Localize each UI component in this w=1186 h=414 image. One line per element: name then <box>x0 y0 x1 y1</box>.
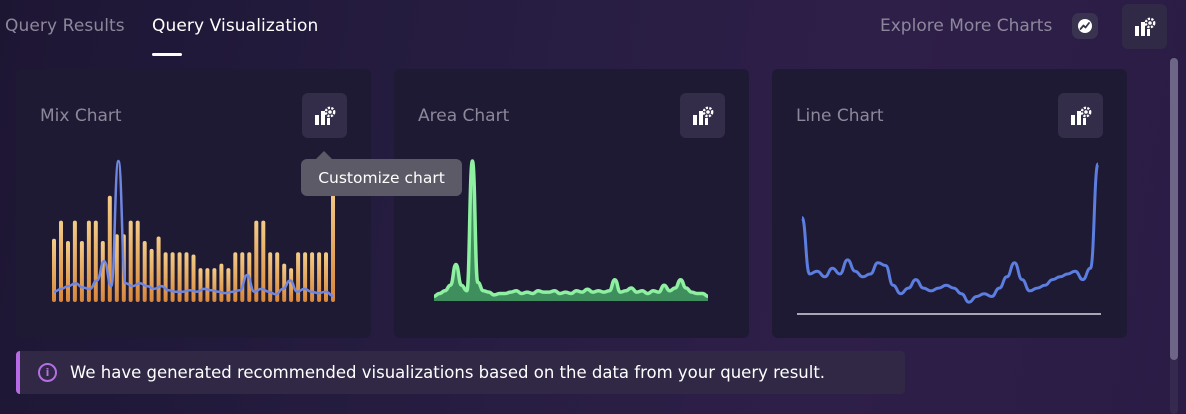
tab-query-visualization[interactable]: Query Visualization <box>152 16 318 36</box>
info-banner: i We have generated recommended visualiz… <box>16 351 905 394</box>
bar <box>310 252 315 302</box>
customize-chart-tooltip: Customize chart <box>301 159 462 196</box>
bar <box>128 220 133 302</box>
bar <box>317 252 322 302</box>
scrollbar-thumb[interactable] <box>1170 58 1178 360</box>
bar <box>66 241 70 302</box>
info-icon: i <box>38 363 57 382</box>
bar <box>156 236 161 302</box>
bar <box>79 241 84 302</box>
info-message: We have generated recommended visualizat… <box>70 363 826 382</box>
area-chart <box>433 159 709 301</box>
bar <box>177 252 182 302</box>
line-chart-card: Line Chart <box>772 69 1127 338</box>
bar <box>282 263 287 302</box>
mix-chart <box>52 159 335 302</box>
trend-chart-icon[interactable] <box>1072 13 1098 39</box>
bar <box>163 252 168 302</box>
bar <box>72 220 77 302</box>
chart-settings-button[interactable] <box>1122 4 1167 49</box>
bar <box>303 252 308 302</box>
tooltip-arrow <box>316 151 332 159</box>
area-chart-card: Area Chart <box>394 69 749 338</box>
bar <box>324 252 328 302</box>
bar <box>135 220 140 302</box>
mix-chart-card: Mix Chart <box>16 69 371 338</box>
bar <box>93 220 98 302</box>
scrollbar[interactable] <box>1170 58 1178 414</box>
explore-more-charts-link[interactable]: Explore More Charts <box>880 16 1052 36</box>
bar <box>233 252 238 302</box>
line-series <box>800 162 1100 304</box>
bar <box>212 268 217 302</box>
info-accent-bar <box>16 351 20 394</box>
bar <box>184 252 189 302</box>
bar <box>142 241 147 302</box>
bar <box>268 252 273 302</box>
bar <box>205 268 210 302</box>
tab-query-results[interactable]: Query Results <box>5 16 125 36</box>
bar <box>170 252 175 302</box>
bar <box>331 189 335 302</box>
line-chart <box>797 162 1101 315</box>
area-series-line <box>433 159 709 298</box>
bar <box>240 252 245 302</box>
active-tab-indicator <box>152 53 182 56</box>
bar <box>296 252 301 302</box>
bar <box>191 254 196 302</box>
bar <box>149 248 154 302</box>
chart-settings-icon <box>1134 17 1155 36</box>
bar <box>226 268 231 302</box>
bar <box>198 268 203 302</box>
bar <box>219 263 224 302</box>
